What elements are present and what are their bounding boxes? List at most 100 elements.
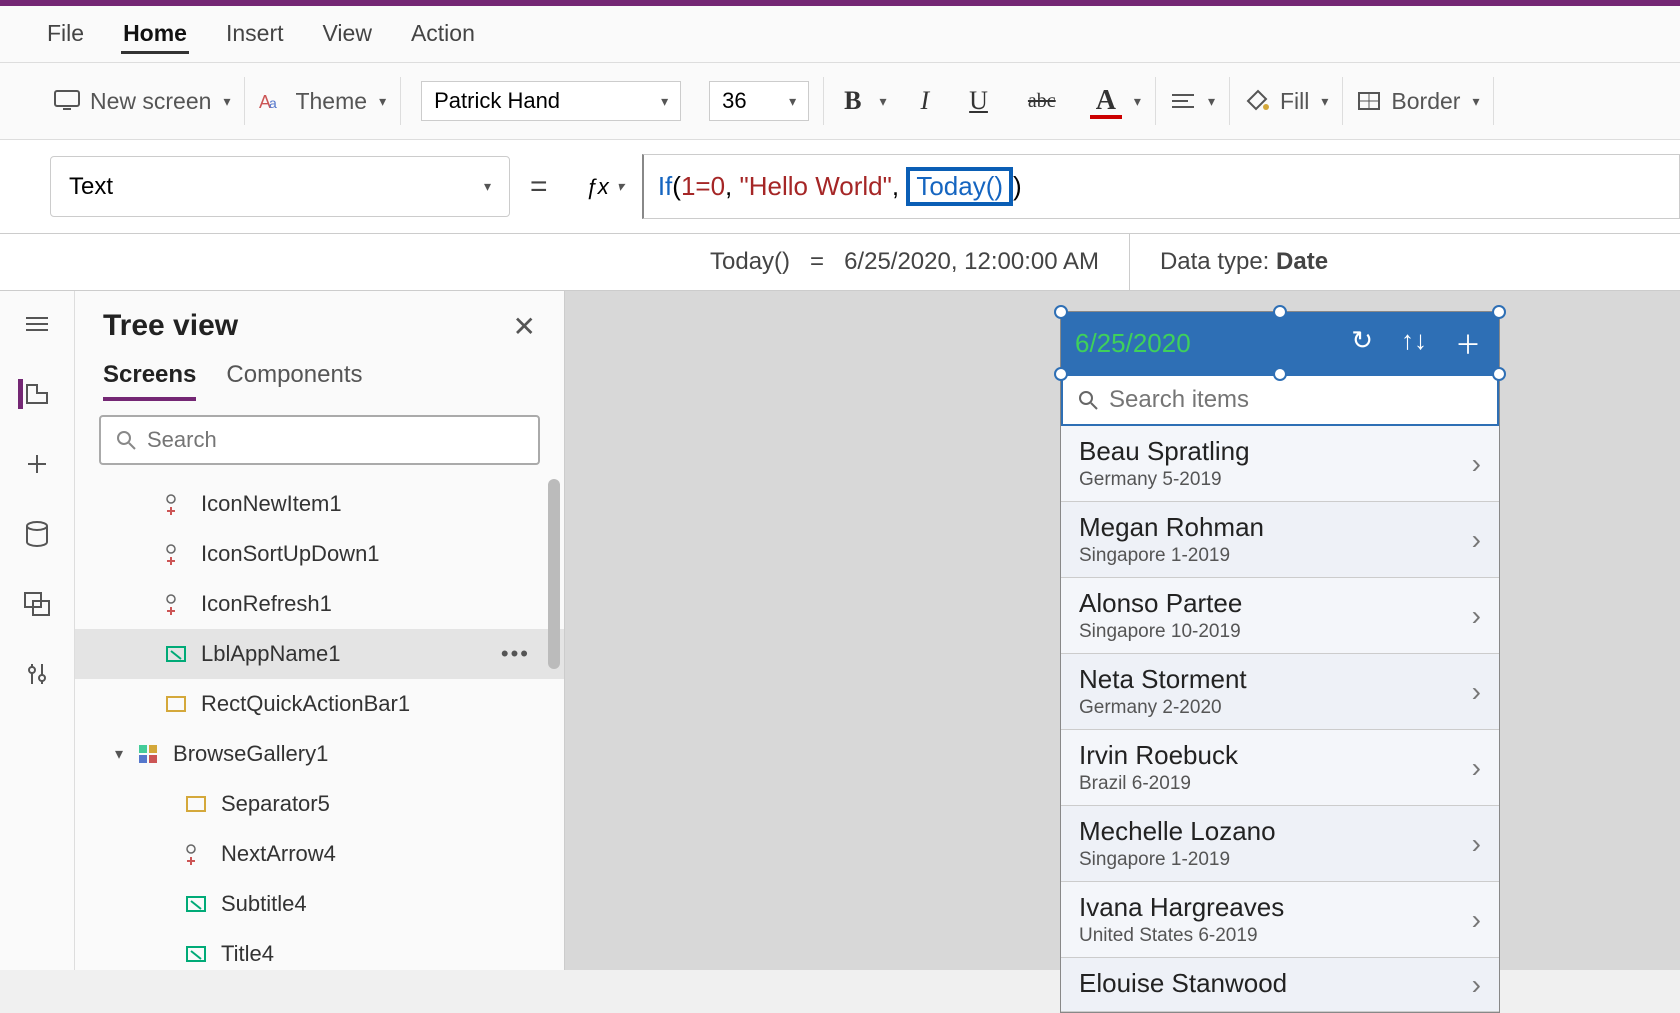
divider bbox=[1129, 234, 1130, 290]
font-size-select[interactable]: 36 ▾ bbox=[695, 77, 824, 125]
tree-title: Tree view bbox=[103, 309, 238, 343]
gallery-list: Beau SpratlingGermany 5-2019›Megan Rohma… bbox=[1061, 426, 1499, 1012]
list-item-name: Irvin Roebuck bbox=[1079, 740, 1238, 771]
tree-item-label: Subtitle4 bbox=[221, 891, 307, 917]
hamburger-button[interactable] bbox=[20, 309, 54, 339]
tree-item-label: RectQuickActionBar1 bbox=[201, 691, 410, 717]
search-items-input[interactable] bbox=[1109, 386, 1483, 414]
sort-icon[interactable]: ↑↓ bbox=[1401, 325, 1427, 362]
tree-item[interactable]: NextArrow4 bbox=[75, 829, 564, 879]
tree-search-input[interactable] bbox=[147, 427, 524, 453]
property-value: Text bbox=[69, 173, 113, 201]
menu-view[interactable]: View bbox=[321, 16, 374, 54]
italic-button[interactable]: I bbox=[900, 77, 949, 125]
gallery-icon bbox=[137, 743, 159, 765]
new-screen-label: New screen bbox=[90, 88, 211, 115]
chevron-down-icon: ▾ bbox=[484, 178, 491, 195]
media-button[interactable] bbox=[20, 589, 54, 619]
scrollbar[interactable] bbox=[548, 479, 560, 669]
menu-bar: File Home Insert View Action bbox=[0, 6, 1680, 63]
separator-icon bbox=[185, 793, 207, 815]
insert-button[interactable] bbox=[20, 449, 54, 479]
canvas[interactable]: ↖ 6/25/2020 ↻ ↑↓ ＋ Beau Spratling bbox=[565, 291, 1680, 970]
formula-token-close: ) bbox=[1013, 171, 1022, 202]
data-button[interactable] bbox=[20, 519, 54, 549]
formula-token-cond: 1=0 bbox=[681, 171, 725, 202]
tree-item[interactable]: Subtitle4 bbox=[75, 879, 564, 929]
underline-icon: U bbox=[963, 86, 994, 116]
search-icon bbox=[115, 429, 137, 451]
tree-item-selected[interactable]: LblAppName1••• bbox=[75, 629, 564, 679]
tree-item-gallery[interactable]: ▾BrowseGallery1 bbox=[75, 729, 564, 779]
fill-button[interactable]: Fill ▾ bbox=[1230, 77, 1343, 125]
selection-handle[interactable] bbox=[1273, 367, 1287, 381]
property-select[interactable]: Text ▾ bbox=[50, 156, 510, 217]
fill-label: Fill bbox=[1280, 88, 1309, 115]
screen-icon bbox=[54, 90, 80, 112]
list-item[interactable]: Irvin RoebuckBrazil 6-2019› bbox=[1061, 730, 1499, 806]
list-item[interactable]: Alonso ParteeSingapore 10-2019› bbox=[1061, 578, 1499, 654]
formula-result-bar: Today() = 6/25/2020, 12:00:00 AM Data ty… bbox=[0, 234, 1680, 291]
border-button[interactable]: Border ▾ bbox=[1343, 77, 1494, 125]
selection-handle[interactable] bbox=[1054, 305, 1068, 319]
result-type-label: Data type: bbox=[1160, 248, 1269, 275]
tab-screens[interactable]: Screens bbox=[103, 361, 196, 401]
selection-handle[interactable] bbox=[1054, 367, 1068, 381]
list-item-sub: Germany 5-2019 bbox=[1079, 469, 1250, 491]
tree-item[interactable]: IconRefresh1 bbox=[75, 579, 564, 629]
chevron-down-icon: ▾ bbox=[1134, 93, 1141, 110]
close-panel-button[interactable]: ✕ bbox=[513, 310, 536, 343]
selection-handle[interactable] bbox=[1273, 305, 1287, 319]
selection-handle[interactable] bbox=[1492, 367, 1506, 381]
list-item[interactable]: Ivana HargreavesUnited States 6-2019› bbox=[1061, 882, 1499, 958]
selection-handle[interactable] bbox=[1492, 305, 1506, 319]
tree-item[interactable]: Separator5 bbox=[75, 779, 564, 829]
align-button[interactable]: ▾ bbox=[1156, 77, 1230, 125]
tree-item[interactable]: RectQuickActionBar1 bbox=[75, 679, 564, 729]
tree-search[interactable] bbox=[99, 415, 540, 465]
list-item-name: Megan Rohman bbox=[1079, 512, 1264, 543]
refresh-icon[interactable]: ↻ bbox=[1351, 325, 1373, 362]
tree-item[interactable]: IconNewItem1 bbox=[75, 479, 564, 529]
phone-header-selected[interactable]: 6/25/2020 ↻ ↑↓ ＋ bbox=[1061, 312, 1499, 374]
menu-home[interactable]: Home bbox=[121, 16, 189, 54]
tree-item-label: IconRefresh1 bbox=[201, 591, 332, 617]
font-name-select[interactable]: Patrick Hand ▾ bbox=[401, 77, 695, 125]
equals-label: = bbox=[510, 170, 568, 204]
add-icon[interactable]: ＋ bbox=[1455, 325, 1481, 362]
strikethrough-icon: abc bbox=[1022, 90, 1062, 113]
underline-button[interactable]: U bbox=[949, 77, 1008, 125]
more-button[interactable]: ••• bbox=[501, 641, 544, 667]
tree-view-button[interactable] bbox=[18, 379, 52, 409]
list-item-sub: Singapore 1-2019 bbox=[1079, 849, 1276, 871]
menu-file[interactable]: File bbox=[45, 16, 86, 54]
chevron-right-icon: › bbox=[1472, 752, 1481, 784]
new-screen-button[interactable]: New screen ▾ bbox=[40, 77, 245, 125]
tree-item[interactable]: IconSortUpDown1 bbox=[75, 529, 564, 579]
theme-button[interactable]: Aa Theme ▾ bbox=[245, 77, 401, 125]
tree-item[interactable]: Title4 bbox=[75, 929, 564, 970]
menu-action[interactable]: Action bbox=[409, 16, 477, 54]
fx-icon: ƒx bbox=[586, 174, 609, 200]
chevron-right-icon: › bbox=[1472, 676, 1481, 708]
font-color-button[interactable]: A▾ bbox=[1076, 77, 1156, 125]
svg-text:a: a bbox=[269, 95, 277, 111]
search-icon bbox=[1077, 389, 1099, 411]
tree-item-label: IconSortUpDown1 bbox=[201, 541, 380, 567]
fx-button[interactable]: ƒx▾ bbox=[568, 174, 642, 200]
list-item[interactable]: Neta StormentGermany 2-2020› bbox=[1061, 654, 1499, 730]
bold-button[interactable]: B▾ bbox=[824, 77, 900, 125]
list-item[interactable]: Elouise Stanwood› bbox=[1061, 958, 1499, 1012]
list-item[interactable]: Beau SpratlingGermany 5-2019› bbox=[1061, 426, 1499, 502]
list-item[interactable]: Megan RohmanSingapore 1-2019› bbox=[1061, 502, 1499, 578]
list-item-name: Neta Storment bbox=[1079, 664, 1247, 695]
menu-insert[interactable]: Insert bbox=[224, 16, 286, 54]
search-items-box[interactable] bbox=[1061, 374, 1499, 426]
list-item-sub: United States 6-2019 bbox=[1079, 925, 1284, 947]
formula-input[interactable]: If(1=0, "Hello World", Today()) bbox=[642, 154, 1680, 219]
list-item[interactable]: Mechelle LozanoSingapore 1-2019› bbox=[1061, 806, 1499, 882]
tools-button[interactable] bbox=[20, 659, 54, 689]
tab-components[interactable]: Components bbox=[226, 361, 362, 401]
chevron-right-icon: › bbox=[1472, 969, 1481, 1001]
strike-button[interactable]: abc bbox=[1008, 77, 1076, 125]
